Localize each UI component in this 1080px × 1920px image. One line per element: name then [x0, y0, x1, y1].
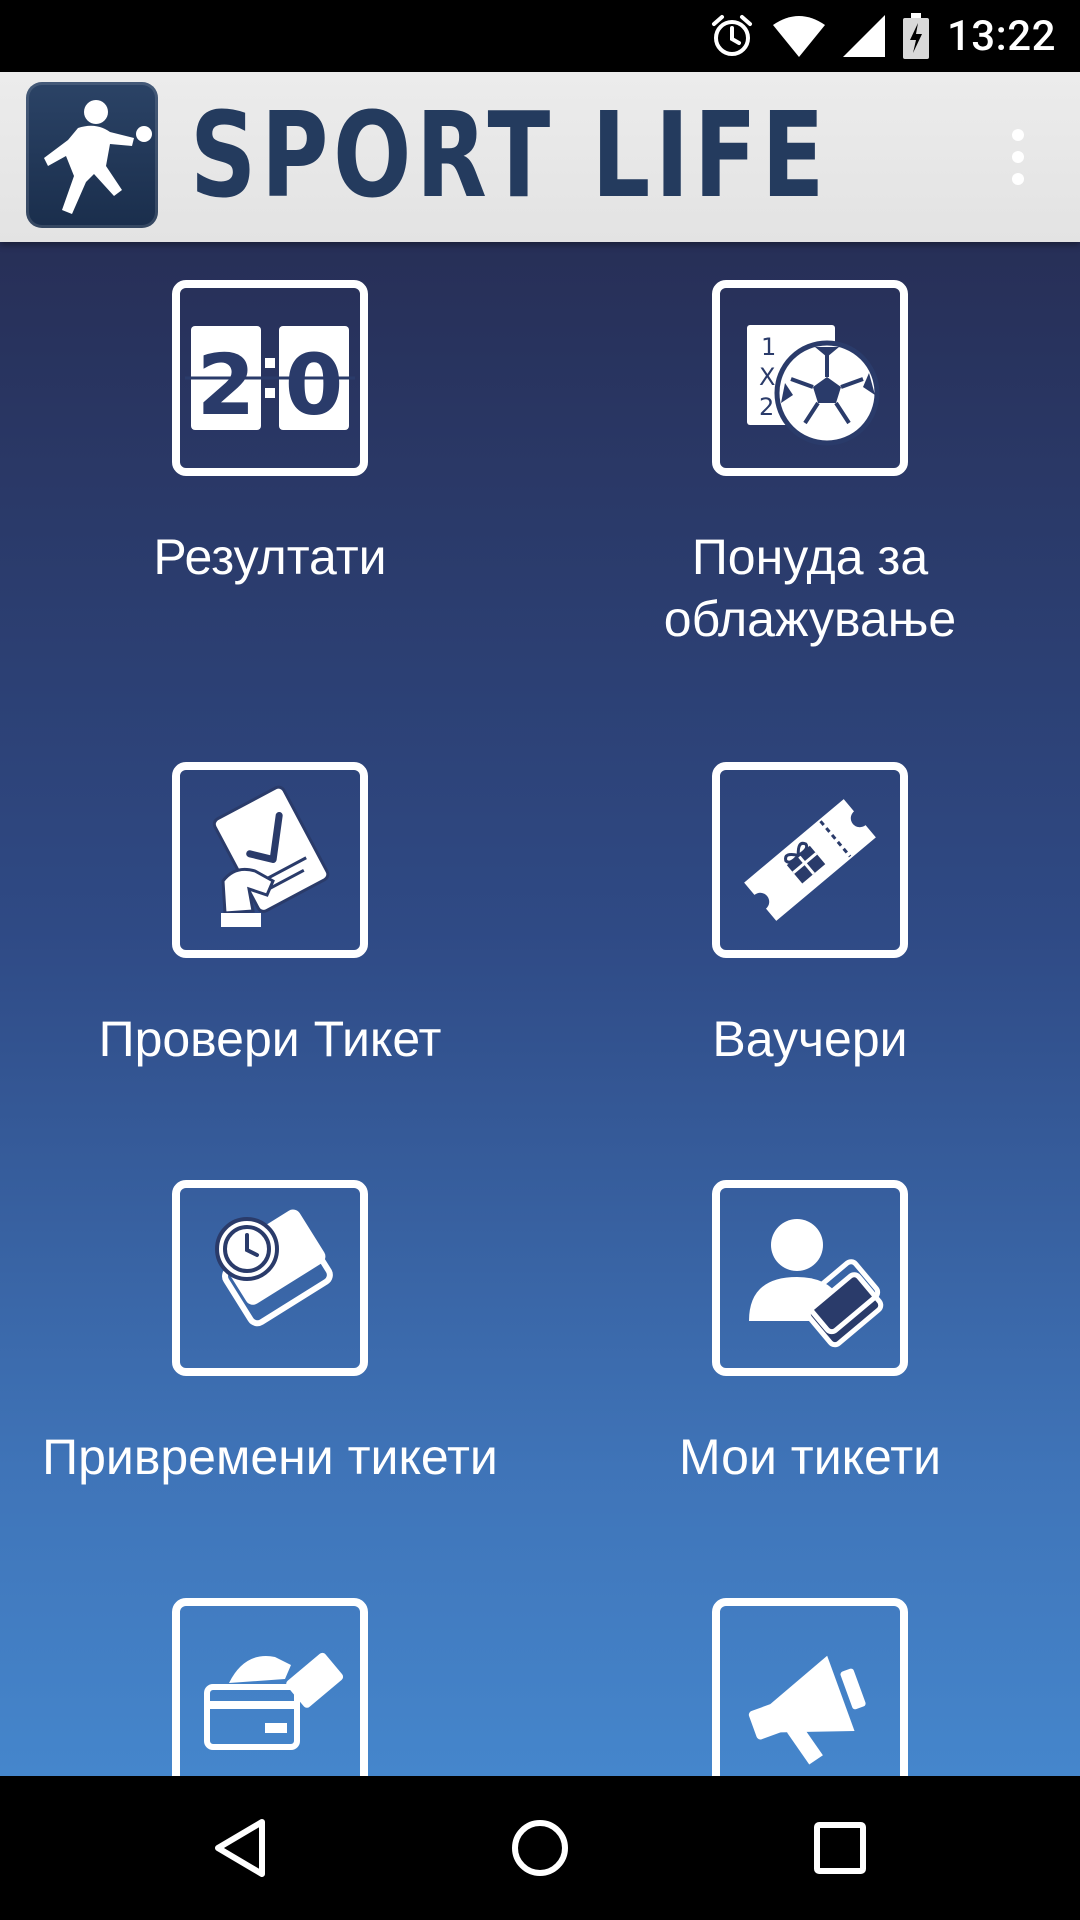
menu-item-payment[interactable]	[0, 1598, 540, 1776]
navigation-bar	[0, 1776, 1080, 1920]
svg-text:X: X	[759, 363, 775, 391]
main-menu: 2 0 Резултати 1 X 2 Понуда за облажување	[0, 242, 1080, 1776]
menu-item-betting-offer[interactable]: 1 X 2 Понуда за облажување	[540, 280, 1080, 650]
voucher-icon	[712, 762, 908, 958]
status-bar: 13:22	[0, 0, 1080, 72]
home-icon[interactable]	[450, 1776, 630, 1920]
menu-item-label: Резултати	[153, 529, 387, 585]
menu-item-label: Привремени тикети	[42, 1429, 498, 1485]
menu-item-my-tickets[interactable]: Мои тикети	[540, 1180, 1080, 1488]
score-right: 0	[285, 336, 343, 434]
app-bar: SPORT LIFE	[0, 72, 1080, 242]
menu-item-label: Мои тикети	[678, 1429, 942, 1485]
battery-charging-icon	[902, 13, 929, 59]
my-tickets-icon	[712, 1180, 908, 1376]
menu-item-vouchers[interactable]: Ваучери	[540, 762, 1080, 1070]
temporary-tickets-icon	[172, 1180, 368, 1376]
football-player-icon	[26, 82, 158, 228]
scoreboard-icon: 2 0	[172, 280, 368, 476]
score-left: 2	[197, 336, 255, 434]
menu-item-results[interactable]: 2 0 Резултати	[0, 280, 540, 588]
betting-offer-icon: 1 X 2	[712, 280, 908, 476]
back-icon[interactable]	[150, 1776, 330, 1920]
menu-item-label: Ваучери	[712, 1011, 908, 1067]
wifi-icon	[772, 15, 825, 57]
overflow-menu-icon[interactable]	[982, 112, 1054, 202]
svg-text:1: 1	[761, 333, 776, 361]
signal-icon	[842, 15, 885, 57]
megaphone-icon	[712, 1598, 908, 1776]
menu-item-label: Понуда за облажување	[663, 529, 957, 647]
svg-text:2: 2	[759, 393, 774, 421]
status-icons: 13:22	[709, 0, 1056, 72]
check-ticket-icon	[172, 762, 368, 958]
payment-card-icon	[172, 1598, 368, 1776]
menu-item-label: Провери Тикет	[98, 1011, 442, 1067]
alarm-icon	[709, 13, 755, 59]
menu-item-check-ticket[interactable]: Провери Тикет	[0, 762, 540, 1070]
status-time: 13:22	[946, 11, 1056, 61]
app-logo-text: SPORT LIFE	[190, 86, 830, 224]
menu-item-temporary-tickets[interactable]: Привремени тикети	[0, 1180, 540, 1488]
menu-item-announcements[interactable]	[540, 1598, 1080, 1776]
recents-icon[interactable]	[750, 1776, 930, 1920]
